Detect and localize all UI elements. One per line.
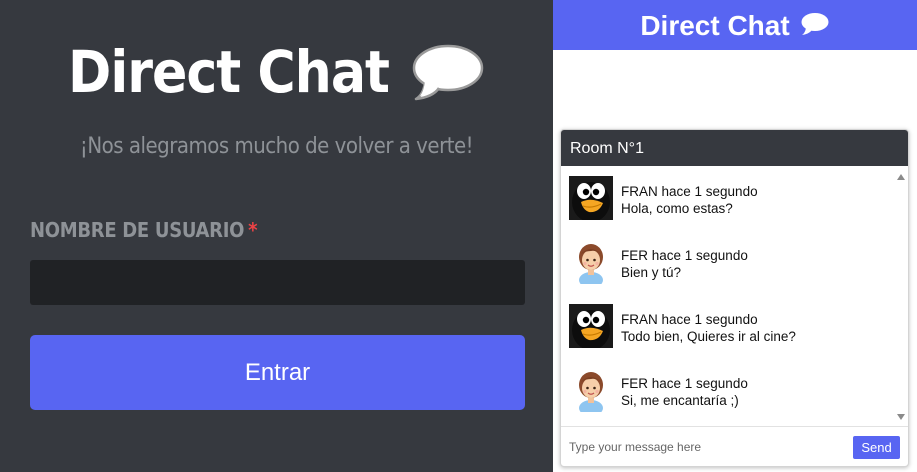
- scroll-down-arrow-icon[interactable]: [897, 414, 905, 420]
- speech-bubble-icon: [800, 12, 830, 36]
- login-title-text: Direct Chat: [68, 38, 390, 106]
- message-composer: Send: [561, 426, 908, 466]
- username-input[interactable]: [30, 260, 525, 305]
- chat-room-widget: Room N°1 FRAN hace 1 segundo Hola, como …: [560, 129, 909, 467]
- login-title: Direct Chat: [0, 38, 553, 106]
- chat-header-bar: Direct Chat: [553, 0, 917, 50]
- login-subtitle: ¡Nos alegramos mucho de volver a verte!: [79, 134, 474, 159]
- enter-button[interactable]: Entrar: [30, 335, 525, 410]
- message-meta: FER hace 1 segundo: [621, 376, 748, 391]
- login-panel: Direct Chat ¡Nos alegramos mucho de volv…: [0, 0, 553, 472]
- message-item: FER hace 1 segundo Si, me encantaría ;): [569, 368, 889, 416]
- message-input[interactable]: [569, 435, 849, 459]
- required-asterisk: *: [248, 218, 258, 242]
- message-body: Hola, como estas?: [621, 201, 733, 216]
- message-list[interactable]: FRAN hace 1 segundo Hola, como estas? FE…: [561, 166, 908, 426]
- send-button[interactable]: Send: [853, 436, 900, 459]
- scroll-up-arrow-icon[interactable]: [897, 174, 905, 180]
- message-meta: FRAN hace 1 segundo: [621, 184, 758, 199]
- message-body: Todo bien, Quieres ir al cine?: [621, 329, 796, 344]
- username-label-text: NOMBRE DE USUARIO: [30, 218, 245, 242]
- username-label: NOMBRE DE USUARIO *: [30, 218, 258, 242]
- message-meta: FRAN hace 1 segundo: [621, 312, 758, 327]
- message-item: FRAN hace 1 segundo Todo bien, Quieres i…: [569, 304, 889, 350]
- message-body: Bien y tú?: [621, 265, 682, 280]
- chat-header-title: Direct Chat: [640, 10, 790, 41]
- girl-avatar-icon: [569, 368, 613, 416]
- message-scrollbar[interactable]: [894, 166, 908, 426]
- penguin-avatar-icon: [569, 304, 613, 350]
- room-title: Room N°1: [561, 130, 908, 166]
- penguin-avatar-icon: [569, 176, 613, 222]
- message-meta: FER hace 1 segundo: [621, 248, 748, 263]
- girl-avatar-icon: [569, 240, 613, 288]
- message-body: Si, me encantaría ;): [621, 393, 739, 408]
- message-item: FRAN hace 1 segundo Hola, como estas?: [569, 176, 889, 222]
- speech-bubble-icon: [411, 43, 485, 101]
- message-item: FER hace 1 segundo Bien y tú?: [569, 240, 889, 288]
